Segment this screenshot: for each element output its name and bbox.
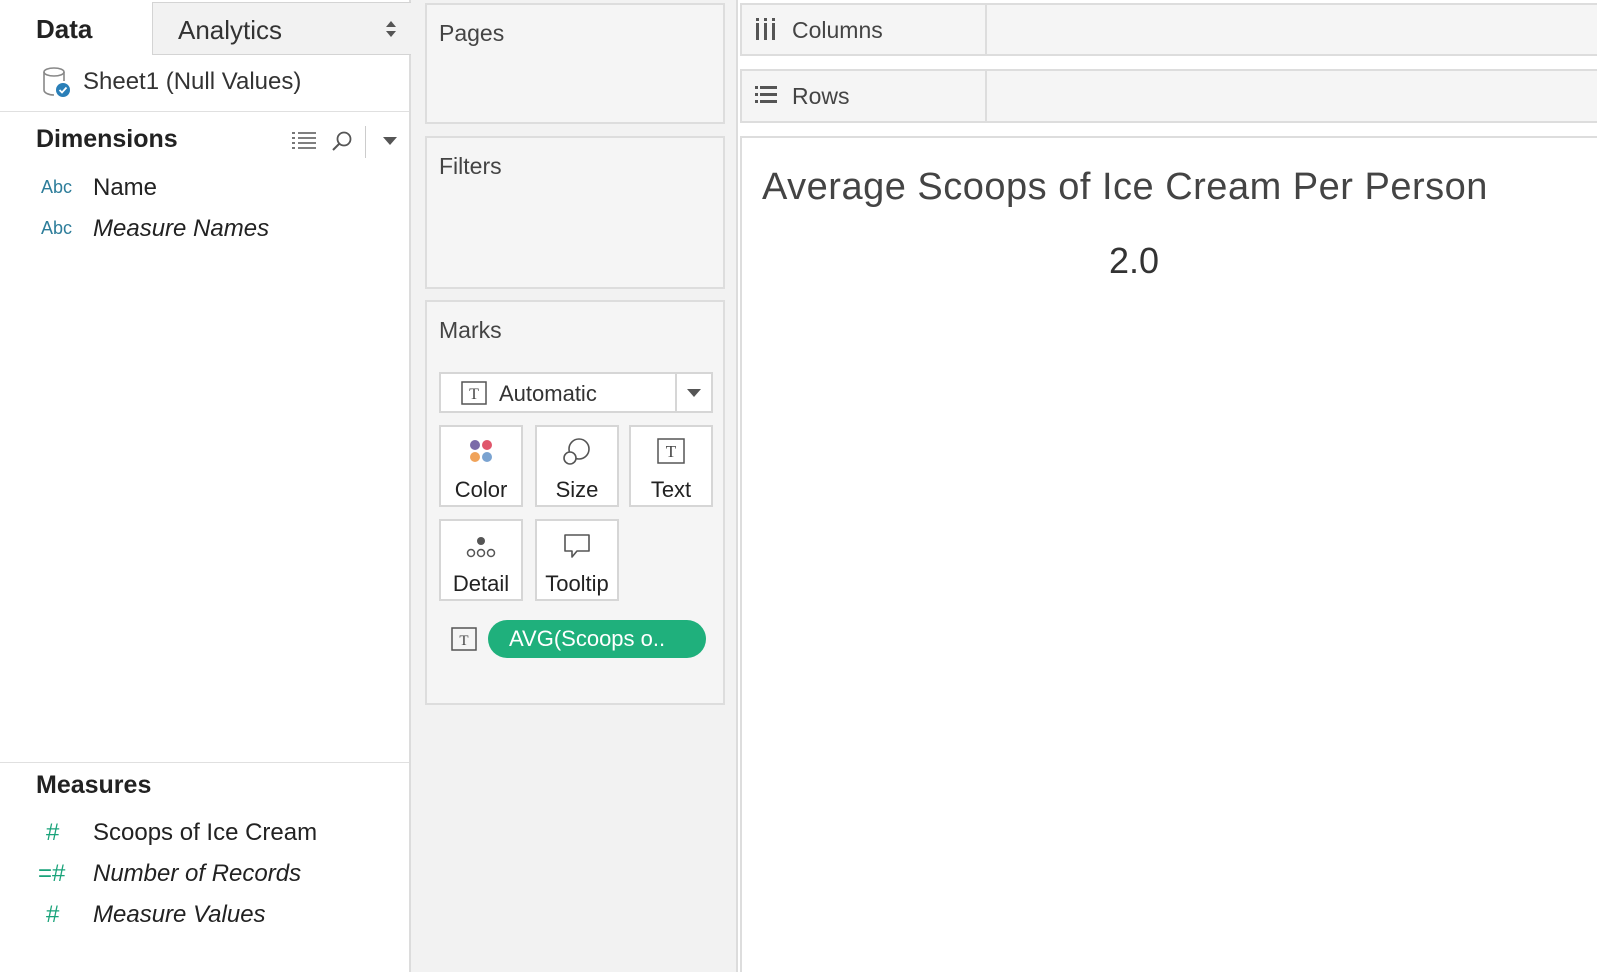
dimensions-toolbar xyxy=(289,126,404,158)
database-check-icon xyxy=(43,67,70,97)
columns-shelf[interactable]: Columns xyxy=(740,3,1597,56)
color-button-label: Color xyxy=(454,477,508,502)
sort-arrows-icon[interactable] xyxy=(385,19,397,39)
chevron-down-icon[interactable] xyxy=(375,126,405,156)
detail-button[interactable]: Detail xyxy=(439,519,523,601)
measures-divider xyxy=(0,762,409,763)
datasource-row[interactable]: Sheet1 (Null Values) xyxy=(0,56,409,112)
pages-card-title: Pages xyxy=(439,20,505,46)
field-label: Scoops of Ice Cream xyxy=(93,819,318,846)
pages-card[interactable]: Pages xyxy=(425,3,725,124)
number-type-icon: # xyxy=(46,901,60,928)
columns-label: Columns xyxy=(792,17,883,43)
field-label: Measure Names xyxy=(93,215,270,242)
svg-text:T: T xyxy=(666,442,677,461)
text-button-label: Text xyxy=(650,477,692,502)
measure-field-number-of-records[interactable]: =# Number of Records xyxy=(0,854,409,894)
list-view-icon[interactable] xyxy=(289,126,319,156)
chevron-down-icon[interactable] xyxy=(675,374,711,411)
worksheet-view[interactable]: Average Scoops of Ice Cream Per Person 2… xyxy=(740,136,1597,972)
text-mark-icon: T xyxy=(631,437,711,467)
worksheet-title[interactable]: Average Scoops of Ice Cream Per Person xyxy=(762,166,1488,209)
color-dots-icon xyxy=(441,437,521,467)
dimensions-heading: Dimensions xyxy=(36,125,178,153)
text-mark-icon: T xyxy=(461,381,487,405)
string-type-icon: Abc xyxy=(41,177,73,197)
field-label: Number of Records xyxy=(93,860,302,887)
marks-card-title: Marks xyxy=(439,317,502,343)
tooltip-button[interactable]: Tooltip xyxy=(535,519,619,601)
number-type-icon: # xyxy=(46,819,60,846)
worksheet-value-mark[interactable]: 2.0 xyxy=(1109,240,1159,282)
text-mark-icon[interactable]: T xyxy=(451,627,477,651)
rows-label: Rows xyxy=(792,83,850,109)
tab-data-label: Data xyxy=(36,14,93,44)
data-pane: Data Analytics Sheet1 (Null Values) Dime… xyxy=(0,0,411,972)
marks-card: Marks T Automatic Color Size T Text Deta… xyxy=(425,300,725,705)
cards-pane: Pages Filters Marks T Automatic Color Si… xyxy=(411,0,738,972)
tab-analytics[interactable]: Analytics xyxy=(152,2,411,55)
datasource-name: Sheet1 (Null Values) xyxy=(83,68,302,95)
dimension-field-measure-names[interactable]: Abc Measure Names xyxy=(0,209,409,249)
mark-type-label: Automatic xyxy=(499,381,597,406)
measure-field-scoops[interactable]: # Scoops of Ice Cream xyxy=(0,813,409,853)
color-button[interactable]: Color xyxy=(439,425,523,507)
size-button-label: Size xyxy=(555,477,599,502)
field-label: Name xyxy=(93,174,158,201)
rows-shelf[interactable]: Rows xyxy=(740,69,1597,123)
marks-field-row: T AVG(Scoops o.. xyxy=(451,620,711,660)
dimension-field-name[interactable]: Abc Name xyxy=(0,168,409,208)
svg-text:T: T xyxy=(469,386,479,403)
mark-type-dropdown[interactable]: T Automatic xyxy=(439,372,713,413)
columns-shelf-label: Columns xyxy=(742,5,987,54)
detail-dots-icon xyxy=(441,531,521,561)
measures-heading: Measures xyxy=(36,771,152,799)
tab-analytics-label: Analytics xyxy=(178,15,283,45)
speech-bubble-icon xyxy=(537,531,617,561)
calculated-number-type-icon: =# xyxy=(38,860,66,887)
tooltip-button-label: Tooltip xyxy=(545,571,609,596)
search-icon[interactable] xyxy=(327,126,357,156)
rows-shelf-label: Rows xyxy=(742,71,987,121)
toolbar-divider xyxy=(365,126,366,158)
string-type-icon: Abc xyxy=(41,218,73,238)
tab-data[interactable]: Data xyxy=(0,0,152,55)
size-button[interactable]: Size xyxy=(535,425,619,507)
columns-icon xyxy=(756,18,775,40)
size-circles-icon xyxy=(537,437,617,467)
text-button[interactable]: T Text xyxy=(629,425,713,507)
svg-text:T: T xyxy=(459,633,468,649)
filters-card[interactable]: Filters xyxy=(425,136,725,289)
rows-icon xyxy=(755,86,777,103)
filters-card-title: Filters xyxy=(439,153,502,179)
measure-field-measure-values[interactable]: # Measure Values xyxy=(0,895,409,935)
avg-scoops-pill[interactable]: AVG(Scoops o.. xyxy=(488,620,706,658)
detail-button-label: Detail xyxy=(452,571,510,596)
field-label: Measure Values xyxy=(93,901,266,928)
